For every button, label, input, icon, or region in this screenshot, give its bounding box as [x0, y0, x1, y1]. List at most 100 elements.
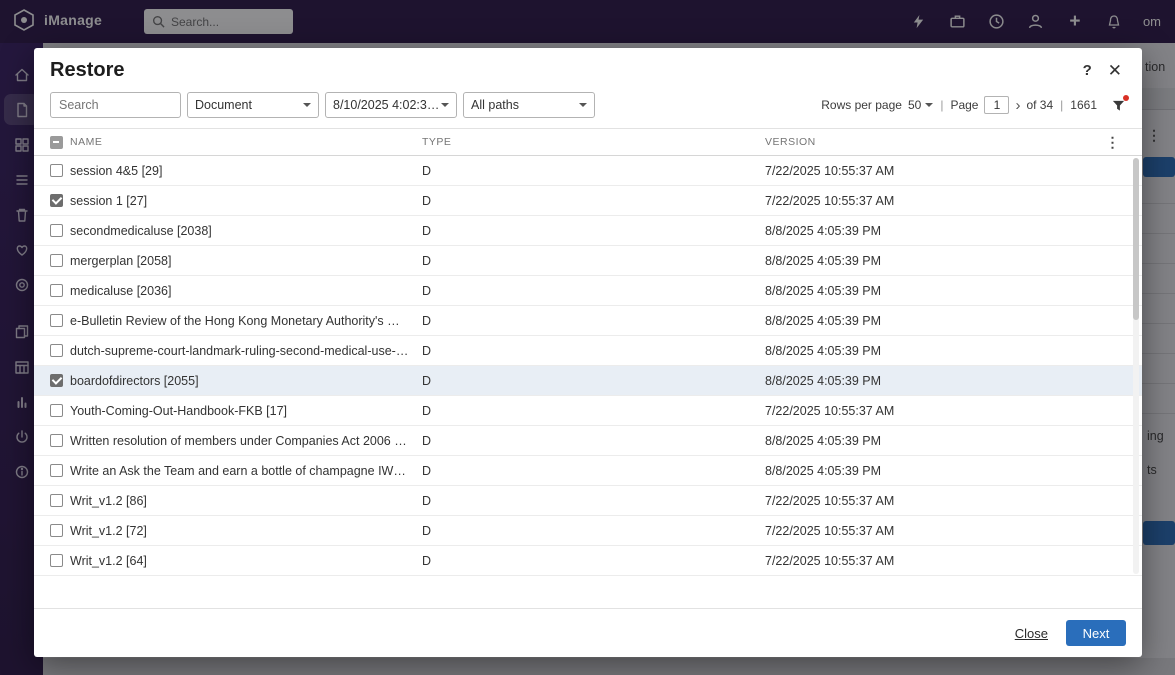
- row-checkbox[interactable]: [50, 374, 63, 387]
- table-scrollbar-thumb[interactable]: [1133, 158, 1139, 320]
- table-row[interactable]: secondmedicaluse [2038] D 8/8/2025 4:05:…: [34, 216, 1142, 246]
- table-row[interactable]: Writ_v1.2 [64] D 7/22/2025 10:55:37 AM: [34, 546, 1142, 576]
- row-checkbox[interactable]: [50, 314, 63, 327]
- rows-per-page-select[interactable]: 50: [908, 98, 933, 112]
- rows-per-page-value: 50: [908, 98, 921, 112]
- row-version: 8/8/2025 4:05:39 PM: [765, 254, 1126, 268]
- row-type: D: [422, 404, 765, 418]
- page-input[interactable]: [984, 96, 1009, 114]
- close-icon[interactable]: ✕: [1108, 62, 1122, 79]
- row-name: Youth-Coming-Out-Handbook-FKB [17]: [70, 404, 422, 418]
- dialog-search-input[interactable]: [50, 92, 181, 118]
- column-header-version[interactable]: VERSION: [765, 136, 1126, 148]
- page-label: Page: [950, 98, 978, 112]
- row-version: 8/8/2025 4:05:39 PM: [765, 374, 1126, 388]
- table-row[interactable]: boardofdirectors [2055] D 8/8/2025 4:05:…: [34, 366, 1142, 396]
- dialog-header: Restore ? ✕: [34, 48, 1142, 86]
- row-checkbox[interactable]: [50, 434, 63, 447]
- rows-per-page-label: Rows per page: [821, 98, 902, 112]
- row-version: 8/8/2025 4:05:39 PM: [765, 314, 1126, 328]
- row-name: mergerplan [2058]: [70, 254, 422, 268]
- row-checkbox[interactable]: [50, 404, 63, 417]
- table-row[interactable]: Writ_v1.2 [72] D 7/22/2025 10:55:37 AM: [34, 516, 1142, 546]
- row-type: D: [422, 314, 765, 328]
- row-version: 7/22/2025 10:55:37 AM: [765, 494, 1126, 508]
- dialog-filter-bar: Document 8/10/2025 4:02:37... All paths …: [34, 86, 1142, 128]
- row-checkbox[interactable]: [50, 254, 63, 267]
- filter-funnel-icon[interactable]: [1111, 98, 1126, 113]
- next-button[interactable]: Next: [1066, 620, 1126, 646]
- filter-alert-dot: [1123, 95, 1129, 101]
- dialog-title: Restore: [50, 59, 124, 82]
- row-name: Write an Ask the Team and earn a bottle …: [70, 464, 422, 478]
- help-icon[interactable]: ?: [1083, 62, 1092, 79]
- chevron-down-icon: [303, 103, 311, 111]
- total-count: 1661: [1070, 98, 1097, 112]
- column-header-type[interactable]: TYPE: [422, 136, 765, 148]
- row-checkbox[interactable]: [50, 464, 63, 477]
- row-name: session 1 [27]: [70, 194, 422, 208]
- path-filter-dropdown[interactable]: All paths: [463, 92, 595, 118]
- row-name: Written resolution of members under Comp…: [70, 434, 422, 448]
- chevron-down-icon: [925, 103, 933, 111]
- row-type: D: [422, 254, 765, 268]
- table-row[interactable]: session 4&5 [29] D 7/22/2025 10:55:37 AM: [34, 156, 1142, 186]
- row-name: secondmedicaluse [2038]: [70, 224, 422, 238]
- dialog-search: [50, 92, 181, 118]
- row-type: D: [422, 344, 765, 358]
- restore-dialog: Restore ? ✕ Document 8/10/2025 4:02:37..…: [34, 48, 1142, 657]
- row-name: boardofdirectors [2055]: [70, 374, 422, 388]
- row-type: D: [422, 224, 765, 238]
- table-row[interactable]: medicaluse [2036] D 8/8/2025 4:05:39 PM: [34, 276, 1142, 306]
- row-checkbox[interactable]: [50, 344, 63, 357]
- pager-separator: |: [1060, 98, 1063, 112]
- table-row[interactable]: Writ_v1.2 [86] D 7/22/2025 10:55:37 AM: [34, 486, 1142, 516]
- row-type: D: [422, 524, 765, 538]
- close-button[interactable]: Close: [1015, 626, 1048, 641]
- next-page-icon[interactable]: ›: [1015, 98, 1020, 113]
- row-version: 8/8/2025 4:05:39 PM: [765, 224, 1126, 238]
- row-name: session 4&5 [29]: [70, 164, 422, 178]
- row-checkbox[interactable]: [50, 164, 63, 177]
- row-checkbox[interactable]: [50, 554, 63, 567]
- row-checkbox[interactable]: [50, 224, 63, 237]
- row-version: 7/22/2025 10:55:37 AM: [765, 404, 1126, 418]
- row-type: D: [422, 434, 765, 448]
- row-type: D: [422, 494, 765, 508]
- row-version: 8/8/2025 4:05:39 PM: [765, 284, 1126, 298]
- row-type: D: [422, 284, 765, 298]
- row-checkbox[interactable]: [50, 194, 63, 207]
- row-checkbox[interactable]: [50, 524, 63, 537]
- column-header-name[interactable]: NAME: [70, 136, 422, 148]
- row-checkbox[interactable]: [50, 284, 63, 297]
- row-name: medicaluse [2036]: [70, 284, 422, 298]
- path-filter-value: All paths: [471, 98, 519, 112]
- row-name: Writ_v1.2 [86]: [70, 494, 422, 508]
- table-row[interactable]: mergerplan [2058] D 8/8/2025 4:05:39 PM: [34, 246, 1142, 276]
- table-row[interactable]: e-Bulletin Review of the Hong Kong Monet…: [34, 306, 1142, 336]
- column-menu-icon[interactable]: ⋮: [1106, 134, 1121, 151]
- table-scrollbar[interactable]: [1133, 158, 1139, 574]
- select-all-checkbox[interactable]: [50, 136, 63, 149]
- row-type: D: [422, 464, 765, 478]
- row-version: 7/22/2025 10:55:37 AM: [765, 524, 1126, 538]
- table-row[interactable]: Write an Ask the Team and earn a bottle …: [34, 456, 1142, 486]
- row-name: e-Bulletin Review of the Hong Kong Monet…: [70, 314, 422, 328]
- table-row[interactable]: dutch-supreme-court-landmark-ruling-seco…: [34, 336, 1142, 366]
- screen: iManage: [0, 0, 1175, 675]
- row-checkbox[interactable]: [50, 494, 63, 507]
- restore-table-body: session 4&5 [29] D 7/22/2025 10:55:37 AM…: [34, 156, 1142, 608]
- pagination-bar: Rows per page 50 | Page › of 34 | 1661: [821, 96, 1126, 114]
- row-type: D: [422, 194, 765, 208]
- type-filter-dropdown[interactable]: Document: [187, 92, 319, 118]
- table-row[interactable]: Written resolution of members under Comp…: [34, 426, 1142, 456]
- table-row[interactable]: Youth-Coming-Out-Handbook-FKB [17] D 7/2…: [34, 396, 1142, 426]
- table-row[interactable]: session 1 [27] D 7/22/2025 10:55:37 AM: [34, 186, 1142, 216]
- chevron-down-icon: [579, 103, 587, 111]
- snapshot-date-dropdown[interactable]: 8/10/2025 4:02:37...: [325, 92, 457, 118]
- chevron-down-icon: [441, 103, 449, 111]
- row-name: dutch-supreme-court-landmark-ruling-seco…: [70, 344, 422, 358]
- table-header-row: NAME TYPE VERSION ⋮: [34, 128, 1142, 156]
- row-type: D: [422, 554, 765, 568]
- row-version: 7/22/2025 10:55:37 AM: [765, 554, 1126, 568]
